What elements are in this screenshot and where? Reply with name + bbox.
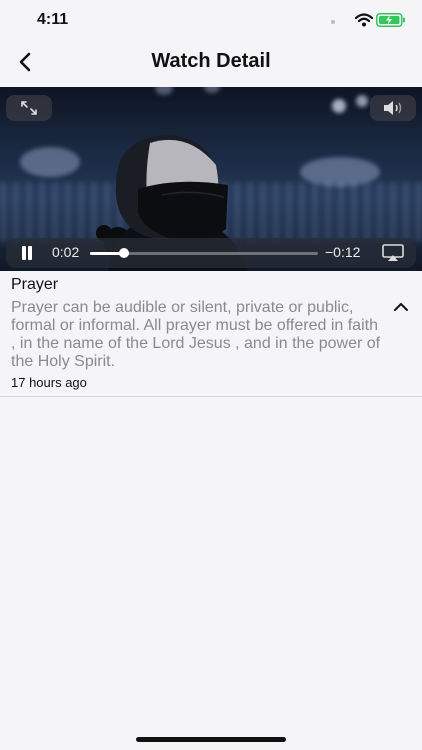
speaker-icon — [384, 101, 402, 115]
chevron-up-icon[interactable] — [392, 301, 410, 313]
background-light — [332, 99, 346, 113]
progress-knob[interactable] — [119, 248, 130, 258]
remaining-time: −0:12 — [325, 244, 361, 260]
volume-button[interactable] — [370, 95, 416, 121]
wifi-icon — [355, 13, 373, 27]
status-dot — [331, 20, 335, 24]
progress-slider[interactable] — [90, 248, 318, 258]
playback-controls: 0:02 −0:12 — [6, 238, 416, 268]
expand-icon — [21, 101, 37, 115]
battery-charging-icon — [376, 13, 405, 27]
pause-icon-bar — [22, 246, 26, 260]
current-time: 0:02 — [52, 244, 80, 260]
fullscreen-button[interactable] — [6, 95, 52, 121]
divider — [0, 396, 422, 397]
post-description: Prayer can be audible or silent, private… — [11, 299, 381, 370]
background-light — [20, 147, 80, 177]
video-player[interactable]: 0:02 −0:12 — [0, 87, 422, 271]
pause-button[interactable] — [20, 246, 34, 260]
status-bar: 4:11 — [0, 0, 422, 40]
airplay-icon[interactable] — [382, 244, 404, 262]
post-title: Prayer — [11, 276, 59, 293]
pause-icon-bar — [28, 246, 32, 260]
background-light — [356, 95, 368, 107]
page-title: Watch Detail — [151, 50, 271, 72]
background-light — [155, 87, 173, 95]
background-light — [204, 87, 220, 93]
post-timestamp: 17 hours ago — [11, 375, 87, 390]
status-time: 4:11 — [37, 11, 69, 28]
nav-bar: Watch Detail — [0, 40, 422, 86]
home-indicator[interactable] — [136, 737, 286, 742]
